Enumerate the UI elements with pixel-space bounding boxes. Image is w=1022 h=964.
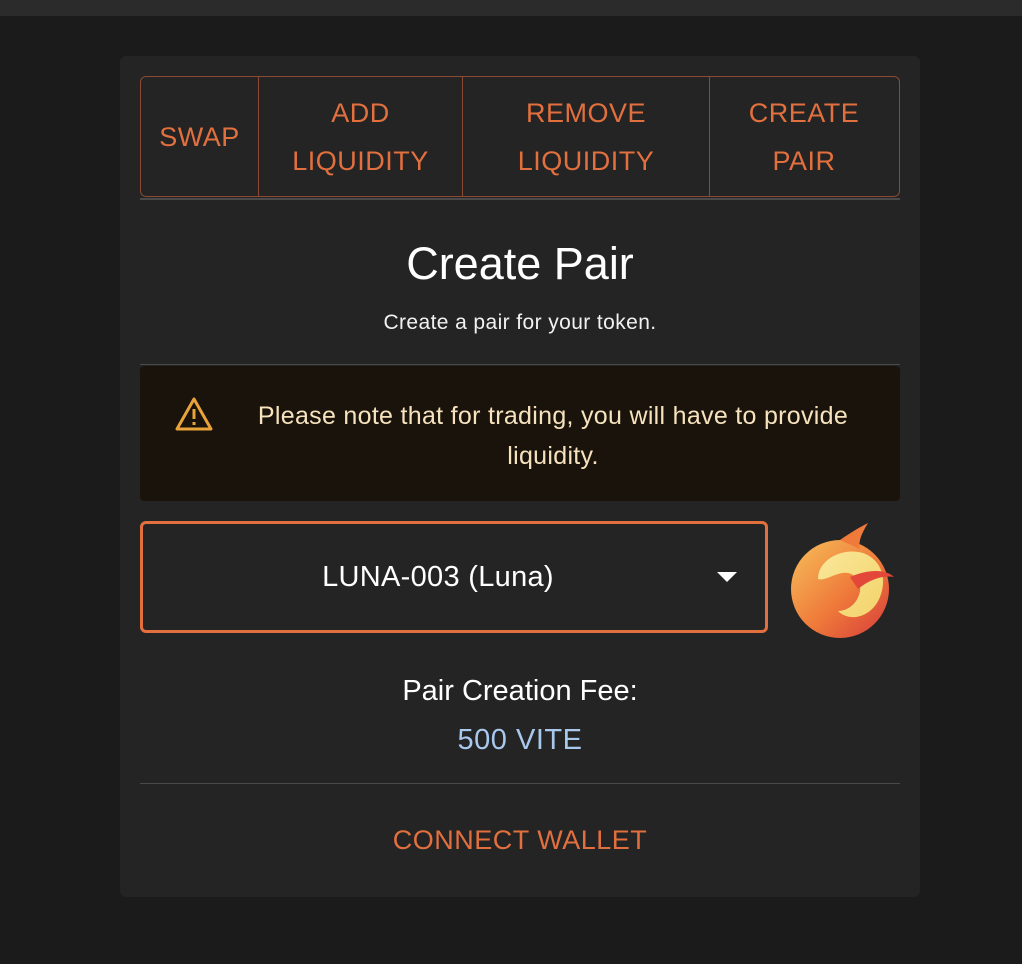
create-pair-card: SWAP ADD LIQUIDITY REMOVE LIQUIDITY CREA… xyxy=(120,56,920,897)
tab-swap[interactable]: SWAP xyxy=(141,77,259,196)
tab-create-pair[interactable]: CREATE PAIR xyxy=(710,77,898,196)
luna-token-logo xyxy=(791,523,894,638)
tab-underline xyxy=(140,198,900,200)
page-subtitle: Create a pair for your token. xyxy=(383,311,657,334)
token-select-value: LUNA-003 (Luna) xyxy=(322,561,554,593)
top-bar xyxy=(0,0,1022,16)
connect-wallet-button[interactable]: CONNECT WALLET xyxy=(340,812,700,868)
divider xyxy=(140,783,900,784)
chevron-down-icon[interactable] xyxy=(717,572,737,582)
alert-message: Please note that for trading, you will h… xyxy=(257,402,849,470)
liquidity-warning-alert: Please note that for trading, you will h… xyxy=(140,366,900,501)
token-select[interactable]: LUNA-003 (Luna) xyxy=(140,521,768,633)
tab-remove-liquidity[interactable]: REMOVE LIQUIDITY xyxy=(463,77,710,196)
warning-triangle-icon xyxy=(175,397,213,431)
page-title: Create Pair xyxy=(406,238,634,289)
tab-bar: SWAP ADD LIQUIDITY REMOVE LIQUIDITY CREA… xyxy=(140,76,900,197)
divider xyxy=(140,364,900,365)
fee-label: Pair Creation Fee: xyxy=(402,675,638,707)
fee-value: 500 VITE xyxy=(457,724,583,756)
tab-add-liquidity[interactable]: ADD LIQUIDITY xyxy=(259,77,463,196)
